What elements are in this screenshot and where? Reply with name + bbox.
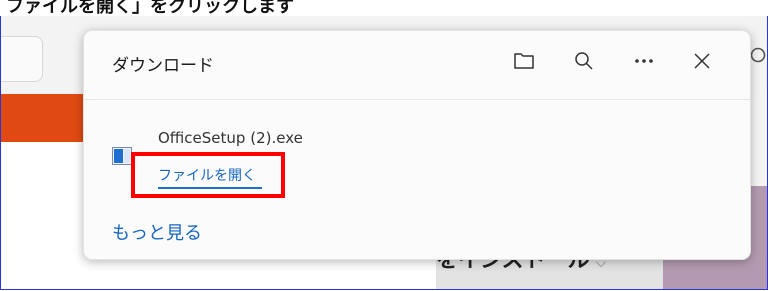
more-icon[interactable]	[630, 47, 658, 75]
highlight-box	[131, 152, 285, 198]
browser-window: をインストール ⌵ ダウンロード OfficeSetup (2).exe ファイル…	[0, 16, 768, 290]
see-more-link[interactable]: もっと見る	[112, 219, 202, 245]
caption-bar: ファイルを開く」をクリックします	[0, 0, 768, 17]
close-icon[interactable]	[688, 47, 716, 75]
search-icon[interactable]	[570, 47, 598, 75]
divider	[84, 99, 750, 100]
downloads-panel: ダウンロード OfficeSetup (2).exe ファイルを開く もっと見る	[83, 30, 751, 260]
address-bar[interactable]	[1, 36, 43, 82]
download-file-name: OfficeSetup (2).exe	[158, 129, 303, 147]
search-icon[interactable]	[749, 46, 767, 73]
folder-icon[interactable]	[510, 47, 538, 75]
panel-title: ダウンロード	[112, 56, 214, 76]
installer-file-icon	[112, 147, 132, 165]
